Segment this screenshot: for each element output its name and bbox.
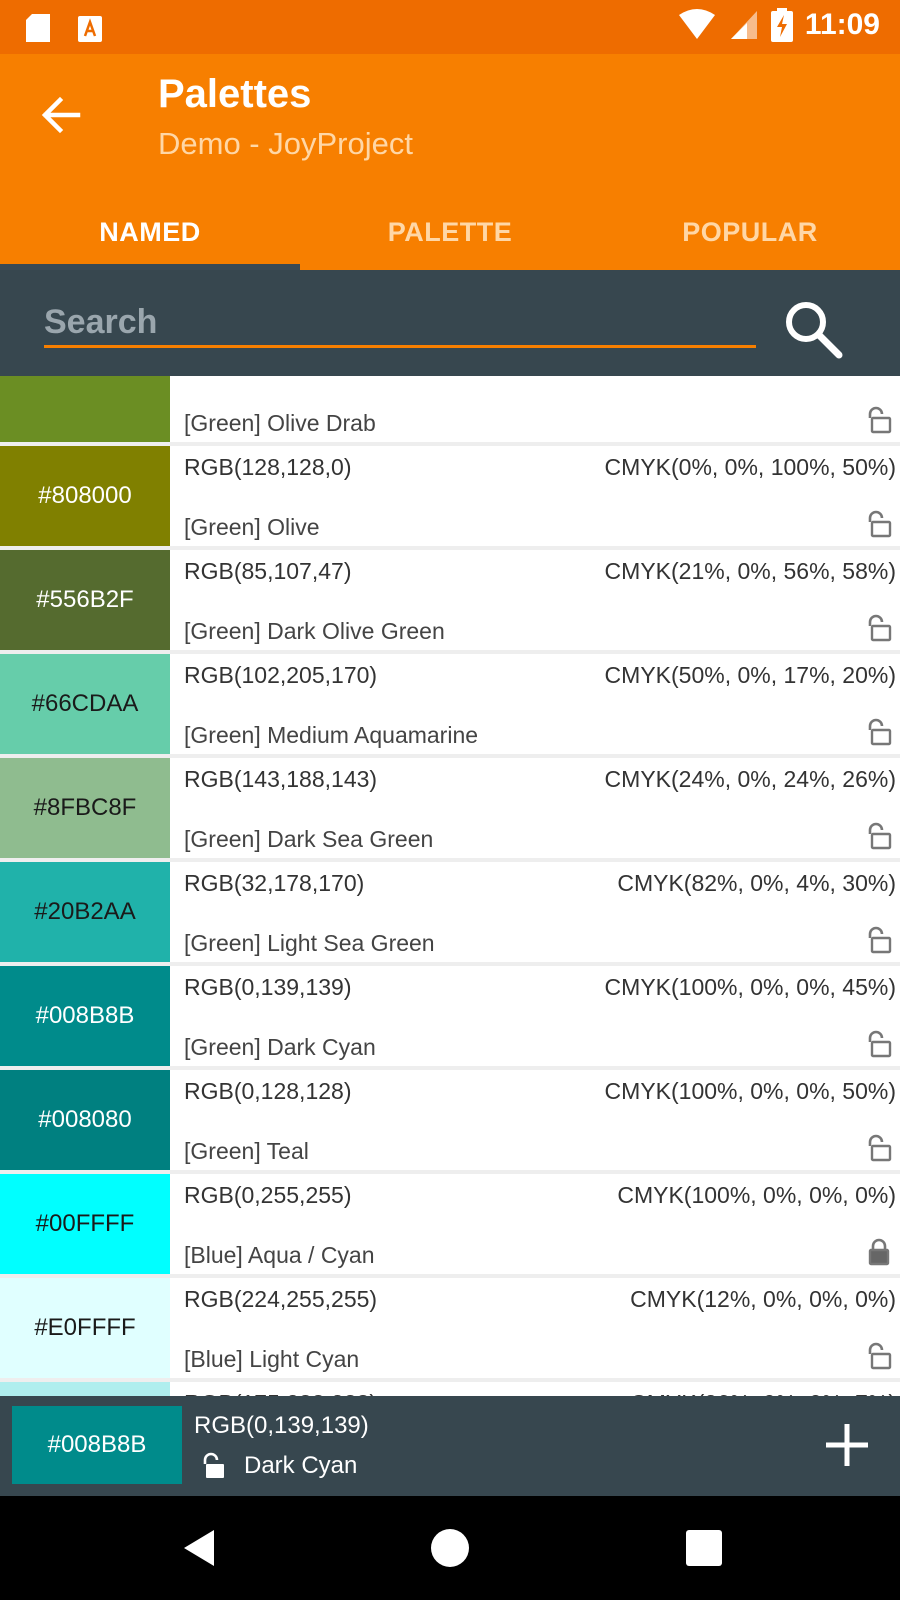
color-row[interactable]: #E0FFFF RGB(224,255,255) CMYK(12%, 0%, 0%,…	[0, 1278, 900, 1378]
color-cmyk: CMYK(100%, 0%, 0%, 50%)	[604, 1078, 896, 1104]
unlock-icon[interactable]	[866, 1030, 892, 1058]
color-name: [Green] Olive Drab	[184, 410, 376, 436]
color-cmyk: CMYK(100%, 0%, 0%, 0%)	[617, 1182, 896, 1208]
unlock-icon[interactable]	[866, 406, 892, 434]
color-swatch[interactable]: #556B2F	[0, 550, 170, 650]
color-row[interactable]: #556B2F RGB(85,107,47) CMYK(21%, 0%, 56%, …	[0, 550, 900, 650]
status-bar: 11:09	[0, 0, 900, 54]
color-name: [Green] Olive	[184, 514, 320, 540]
tab-named[interactable]: NAMED	[0, 194, 300, 270]
color-row[interactable]: #66CDAA RGB(102,205,170) CMYK(50%, 0%, 17%…	[0, 654, 900, 754]
color-name: [Blue] Light Cyan	[184, 1346, 360, 1372]
nav-recents-icon[interactable]	[682, 1526, 726, 1570]
nav-home-icon[interactable]	[428, 1526, 472, 1570]
color-cmyk: CMYK(50%, 0%, 17%, 20%)	[604, 662, 896, 688]
color-rgb: RGB(32,178,170)	[184, 870, 365, 896]
search-bar	[0, 270, 900, 376]
color-name: [Blue] Aqua / Cyan	[184, 1242, 375, 1268]
unlock-icon[interactable]	[866, 1342, 892, 1370]
color-row[interactable]: #008080 RGB(0,128,128) CMYK(100%, 0%, 0%, …	[0, 1070, 900, 1170]
color-row[interactable]: #00FFFF RGB(0,255,255) CMYK(100%, 0%, 0%, …	[0, 1174, 900, 1274]
search-input[interactable]	[44, 300, 756, 348]
unlock-icon[interactable]	[866, 510, 892, 538]
color-swatch[interactable]: #808000	[0, 446, 170, 546]
color-swatch[interactable]: #008B8B	[0, 966, 170, 1066]
unlock-icon[interactable]	[866, 822, 892, 850]
color-rgb: RGB(85,107,47)	[184, 558, 352, 584]
color-cmyk: CMYK(12%, 0%, 0%, 0%)	[630, 1286, 896, 1312]
back-arrow-icon[interactable]	[36, 90, 86, 140]
color-cmyk: CMYK(21%, 0%, 56%, 58%)	[604, 558, 896, 584]
selected-color-name: Dark Cyan	[244, 1452, 358, 1479]
color-swatch[interactable]: #8FBC8F	[0, 758, 170, 858]
unlock-icon[interactable]	[866, 718, 892, 746]
color-swatch[interactable]: #66CDAA	[0, 654, 170, 754]
color-row[interactable]: #8FBC8F RGB(143,188,143) CMYK(24%, 0%, 24%…	[0, 758, 900, 858]
color-rgb: RGB(0,128,128)	[184, 1078, 352, 1104]
unlock-icon[interactable]	[866, 614, 892, 642]
color-swatch[interactable]	[0, 376, 170, 442]
color-rgb: RGB(0,255,255)	[184, 1182, 352, 1208]
selected-color-rgb: RGB(0,139,139)	[194, 1412, 369, 1439]
battery-charging-icon	[770, 8, 793, 42]
tab-palette[interactable]: PALETTE	[300, 194, 600, 270]
unlock-icon[interactable]	[866, 926, 892, 954]
tab-popular[interactable]: POPULAR	[600, 194, 900, 270]
page-title: Palettes	[158, 72, 312, 116]
color-rgb: RGB(102,205,170)	[184, 662, 378, 688]
lock-icon[interactable]	[866, 1238, 892, 1266]
color-cmyk: CMYK(0%, 0%, 100%, 50%)	[604, 454, 896, 480]
color-name: [Green] Dark Olive Green	[184, 618, 445, 644]
color-swatch[interactable]: #AFEEEE	[0, 1382, 170, 1396]
color-rgb: RGB(0,139,139)	[184, 974, 352, 1000]
clock: 11:09	[804, 8, 880, 41]
color-cmyk: CMYK(24%, 0%, 24%, 26%)	[604, 766, 896, 792]
color-row[interactable]: #20B2AA RGB(32,178,170) CMYK(82%, 0%, 4%, …	[0, 862, 900, 962]
tab-bar: NAMED PALETTE POPULAR	[0, 194, 900, 270]
color-swatch[interactable]: #20B2AA	[0, 862, 170, 962]
page-subtitle: Demo - JoyProject	[158, 126, 413, 161]
nav-back-icon[interactable]	[178, 1526, 222, 1570]
unlock-icon[interactable]	[866, 1134, 892, 1162]
color-name: [Green] Teal	[184, 1138, 309, 1164]
color-name: [Green] Dark Sea Green	[184, 826, 434, 852]
color-row[interactable]: #AFEEEERGB(175,238,238)CMYK(26%, 0%, 0%,…	[0, 1382, 900, 1396]
color-cmyk: CMYK(82%, 0%, 4%, 30%)	[617, 870, 896, 896]
navigation-bar	[0, 1496, 900, 1600]
color-cmyk: CMYK(100%, 0%, 0%, 45%)	[604, 974, 896, 1000]
color-name: [Green] Light Sea Green	[184, 930, 435, 956]
search-icon[interactable]	[782, 298, 844, 360]
selected-color-swatch[interactable]: #008B8B	[12, 1406, 182, 1484]
color-row[interactable]: #808000 RGB(128,128,0) CMYK(0%, 0%, 100%, …	[0, 446, 900, 546]
color-name: [Green] Dark Cyan	[184, 1034, 376, 1060]
signal-icon	[730, 11, 757, 39]
unlock-icon[interactable]	[200, 1452, 226, 1480]
color-swatch[interactable]: #E0FFFF	[0, 1278, 170, 1378]
color-swatch[interactable]: #008080	[0, 1070, 170, 1170]
color-row[interactable]: #008B8B RGB(0,139,139) CMYK(100%, 0%, 0%, …	[0, 966, 900, 1066]
color-rgb: RGB(128,128,0)	[184, 454, 352, 480]
selected-color-panel: #008B8B RGB(0,139,139) Dark Cyan	[0, 1396, 900, 1496]
color-rgb: RGB(143,188,143)	[184, 766, 378, 792]
color-row[interactable]: [Green] Olive Drab	[0, 376, 900, 442]
color-list[interactable]: [Green] Olive Drab #808000 RGB(128,128,0) C…	[0, 376, 900, 1396]
app-bar: Palettes Demo - JoyProject NAMED PALETTE…	[0, 54, 900, 270]
color-rgb: RGB(224,255,255)	[184, 1286, 378, 1312]
add-icon[interactable]	[822, 1420, 872, 1470]
text-app-icon	[78, 16, 102, 42]
sd-card-icon	[26, 14, 50, 42]
wifi-icon	[678, 9, 715, 39]
color-swatch[interactable]: #00FFFF	[0, 1174, 170, 1274]
color-name: [Green] Medium Aquamarine	[184, 722, 479, 748]
